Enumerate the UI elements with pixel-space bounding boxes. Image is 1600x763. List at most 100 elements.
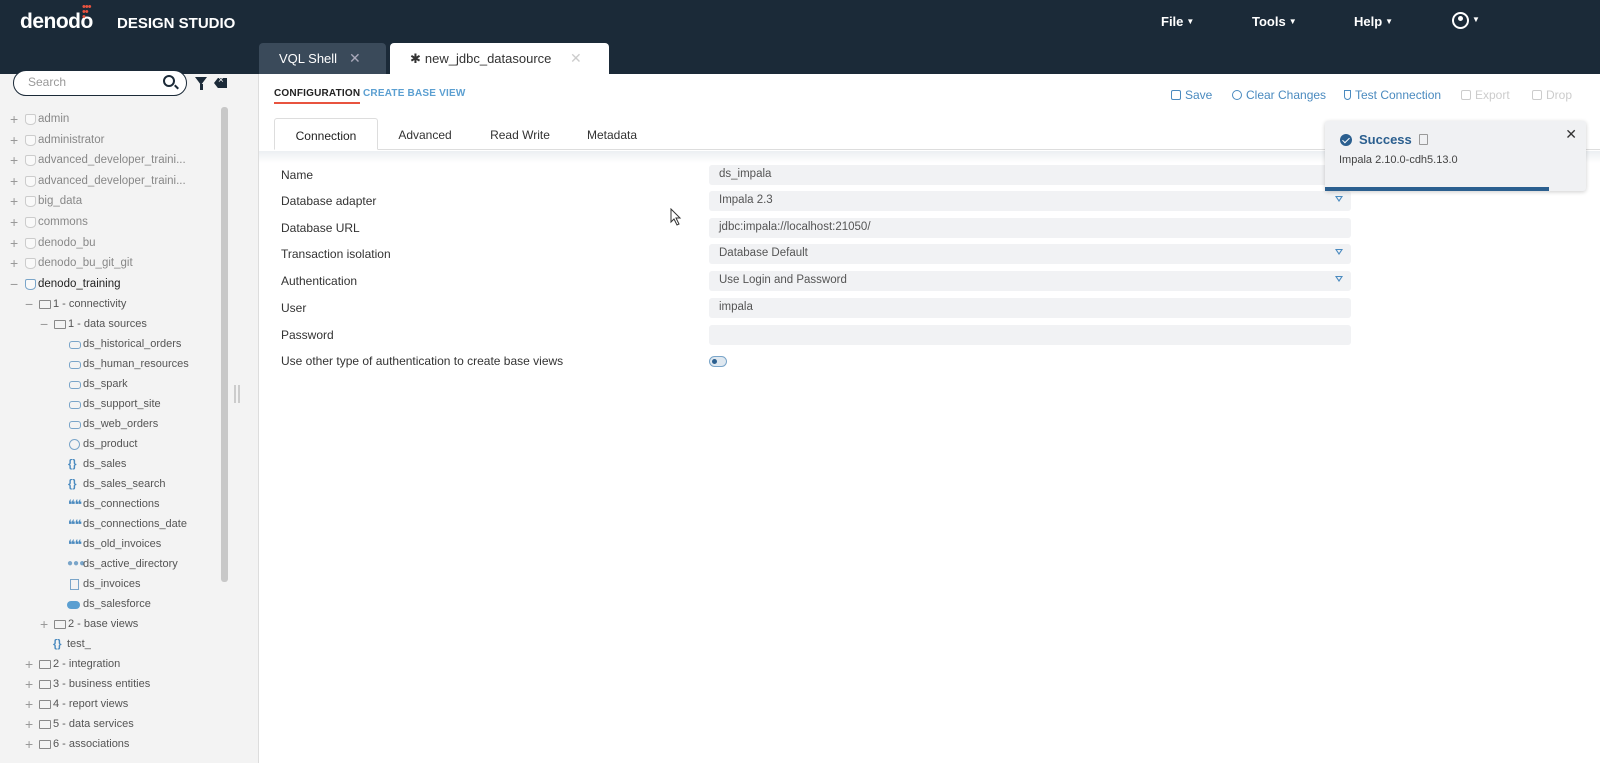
form-row-url: Database URL jdbc:impala://localhost:210… bbox=[281, 218, 1351, 238]
tab-connection[interactable]: Connection bbox=[274, 118, 378, 150]
success-notification: Success Impala 2.10.0-cdh5.13.0 ✕ bbox=[1325, 121, 1586, 191]
tree-database[interactable]: + advanced_developer_traini... bbox=[0, 172, 222, 193]
tree-folder[interactable]: +5 - data services bbox=[0, 715, 222, 735]
json-icon: {} bbox=[68, 458, 77, 471]
other-auth-toggle[interactable] bbox=[709, 356, 727, 367]
tree-datasource[interactable]: ds_spark bbox=[0, 375, 222, 395]
drop-button[interactable]: Drop bbox=[1532, 88, 1572, 102]
dropdown-arrow-icon bbox=[1335, 196, 1343, 202]
database-source-icon bbox=[69, 361, 81, 370]
tree-folder[interactable]: +2 - base views bbox=[0, 615, 222, 635]
menu-tools[interactable]: Tools ▼ bbox=[1252, 14, 1297, 29]
tree-datasource[interactable]: ds_support_site bbox=[0, 395, 222, 415]
tab-read-write[interactable]: Read Write bbox=[485, 118, 555, 150]
tree-database[interactable]: + big_data bbox=[0, 192, 222, 213]
tree-datasource[interactable]: ❝❝ ds_old_invoices bbox=[0, 535, 222, 555]
user-label: User bbox=[281, 301, 307, 315]
tree-folder[interactable]: +2 - integration bbox=[0, 655, 222, 675]
tree-datasource[interactable]: ●●● ds_active_directory bbox=[0, 555, 222, 575]
form-row-password: Password bbox=[281, 325, 1351, 345]
tree-datasource[interactable]: ds_web_orders bbox=[0, 415, 222, 435]
tree-datasource[interactable]: ds_product bbox=[0, 435, 222, 455]
tree-folder[interactable]: −1 - data sources bbox=[0, 315, 222, 335]
delimited-file-icon: ❝❝ bbox=[68, 497, 82, 513]
tree-database-open[interactable]: − denodo_training bbox=[0, 275, 222, 296]
user-menu-caret[interactable]: ▼ bbox=[1472, 15, 1480, 24]
isolation-select[interactable]: Database Default bbox=[709, 244, 1351, 264]
element-tree: + admin + administrator + advanced_develope… bbox=[0, 110, 222, 755]
save-button[interactable]: Save bbox=[1171, 88, 1212, 102]
name-label: Name bbox=[281, 168, 314, 182]
user-account-icon[interactable] bbox=[1452, 12, 1469, 29]
tree-database[interactable]: + advanced_developer_traini... bbox=[0, 151, 222, 172]
copy-icon[interactable] bbox=[1419, 134, 1428, 145]
tree-item[interactable]: {} test_ bbox=[0, 635, 222, 655]
tab-advanced[interactable]: Advanced bbox=[390, 118, 460, 150]
close-icon[interactable]: ✕ bbox=[1565, 126, 1577, 143]
tree-datasource[interactable]: ds_invoices bbox=[0, 575, 222, 595]
clear-search-icon[interactable] bbox=[214, 78, 227, 88]
export-button[interactable]: Export bbox=[1461, 88, 1510, 102]
tree-folder[interactable]: −1 - connectivity bbox=[0, 295, 222, 315]
close-tab-icon[interactable]: ✕ bbox=[570, 50, 582, 67]
tab-vql-shell[interactable]: VQL Shell ✕ bbox=[259, 43, 386, 74]
sidebar: +admin +administrator +advanced_develope… bbox=[0, 70, 259, 763]
authentication-label: Authentication bbox=[281, 274, 358, 288]
tab-new-jdbc-datasource[interactable]: ✱ new_jdbc_datasource ✕ bbox=[390, 43, 609, 74]
top-bar: denodo ••• •• • DESIGN STUDIO File ▼ Tools ▼… bbox=[0, 0, 1600, 74]
menu-file[interactable]: File ▼ bbox=[1161, 14, 1194, 29]
adapter-select[interactable]: Impala 2.3 bbox=[709, 191, 1351, 211]
close-tab-icon[interactable]: ✕ bbox=[349, 50, 361, 67]
search-box[interactable] bbox=[13, 70, 187, 96]
subtab-create-base-view[interactable]: CREATE BASE VIEW bbox=[363, 88, 465, 99]
tab-metadata[interactable]: Metadata bbox=[577, 118, 647, 150]
database-source-icon bbox=[69, 381, 81, 390]
sidebar-scrollbar[interactable] bbox=[221, 107, 228, 582]
tree-folder[interactable]: +6 - associations bbox=[0, 735, 222, 755]
tree-database[interactable]: + administrator bbox=[0, 131, 222, 152]
tree-datasource[interactable]: {} ds_sales bbox=[0, 455, 222, 475]
mouse-cursor-icon bbox=[670, 207, 682, 231]
filter-icon[interactable] bbox=[195, 77, 207, 90]
notification-progress-bar bbox=[1325, 187, 1550, 191]
tree-database[interactable]: + admin bbox=[0, 110, 222, 131]
modified-indicator-icon: ✱ bbox=[410, 51, 421, 66]
notification-title: Success bbox=[1359, 132, 1412, 147]
tree-folder[interactable]: +3 - business entities bbox=[0, 675, 222, 695]
url-label: Database URL bbox=[281, 221, 360, 235]
test-connection-button[interactable]: Test Connection bbox=[1344, 88, 1441, 102]
search-icon[interactable] bbox=[163, 75, 175, 87]
panel-splitter-handle[interactable] bbox=[234, 385, 240, 403]
tree-datasource[interactable]: ❝❝ ds_connections_date bbox=[0, 515, 222, 535]
password-field[interactable] bbox=[709, 325, 1351, 345]
search-input[interactable] bbox=[28, 75, 158, 89]
trash-icon bbox=[1532, 90, 1542, 100]
form-row-adapter: Database adapter Impala 2.3 bbox=[281, 191, 1351, 211]
tree-datasource[interactable]: {} ds_sales_search bbox=[0, 475, 222, 495]
clear-icon bbox=[1232, 90, 1242, 100]
tree-datasource[interactable]: ds_human_resources bbox=[0, 355, 222, 375]
salesforce-icon bbox=[67, 601, 80, 610]
clear-changes-button[interactable]: Clear Changes bbox=[1232, 88, 1326, 102]
plug-icon bbox=[1344, 90, 1351, 100]
name-field[interactable]: ds_impala bbox=[709, 165, 1351, 185]
subtab-configuration[interactable]: CONFIGURATION bbox=[274, 88, 361, 104]
tree-datasource[interactable]: ds_historical_orders bbox=[0, 335, 222, 355]
url-field[interactable]: jdbc:impala://localhost:21050/ bbox=[709, 218, 1351, 238]
adapter-label: Database adapter bbox=[281, 194, 377, 208]
tree-database[interactable]: + denodo_bu_git_git bbox=[0, 254, 222, 275]
user-field[interactable]: impala bbox=[709, 298, 1351, 318]
tree-datasource[interactable]: ❝❝ ds_connections bbox=[0, 495, 222, 515]
tree-database[interactable]: + denodo_bu bbox=[0, 234, 222, 255]
tree-folder[interactable]: +4 - report views bbox=[0, 695, 222, 715]
web-service-icon bbox=[69, 439, 80, 451]
save-icon bbox=[1171, 90, 1181, 100]
tree-datasource[interactable]: ds_salesforce bbox=[0, 595, 222, 615]
other-auth-label: Use other type of authentication to crea… bbox=[281, 354, 564, 368]
excel-icon bbox=[70, 579, 79, 591]
menu-help[interactable]: Help ▼ bbox=[1354, 14, 1393, 29]
authentication-select[interactable]: Use Login and Password bbox=[709, 271, 1351, 291]
database-source-icon bbox=[69, 341, 81, 350]
tree-database[interactable]: + commons bbox=[0, 213, 222, 234]
notification-message: Impala 2.10.0-cdh5.13.0 bbox=[1339, 154, 1458, 166]
